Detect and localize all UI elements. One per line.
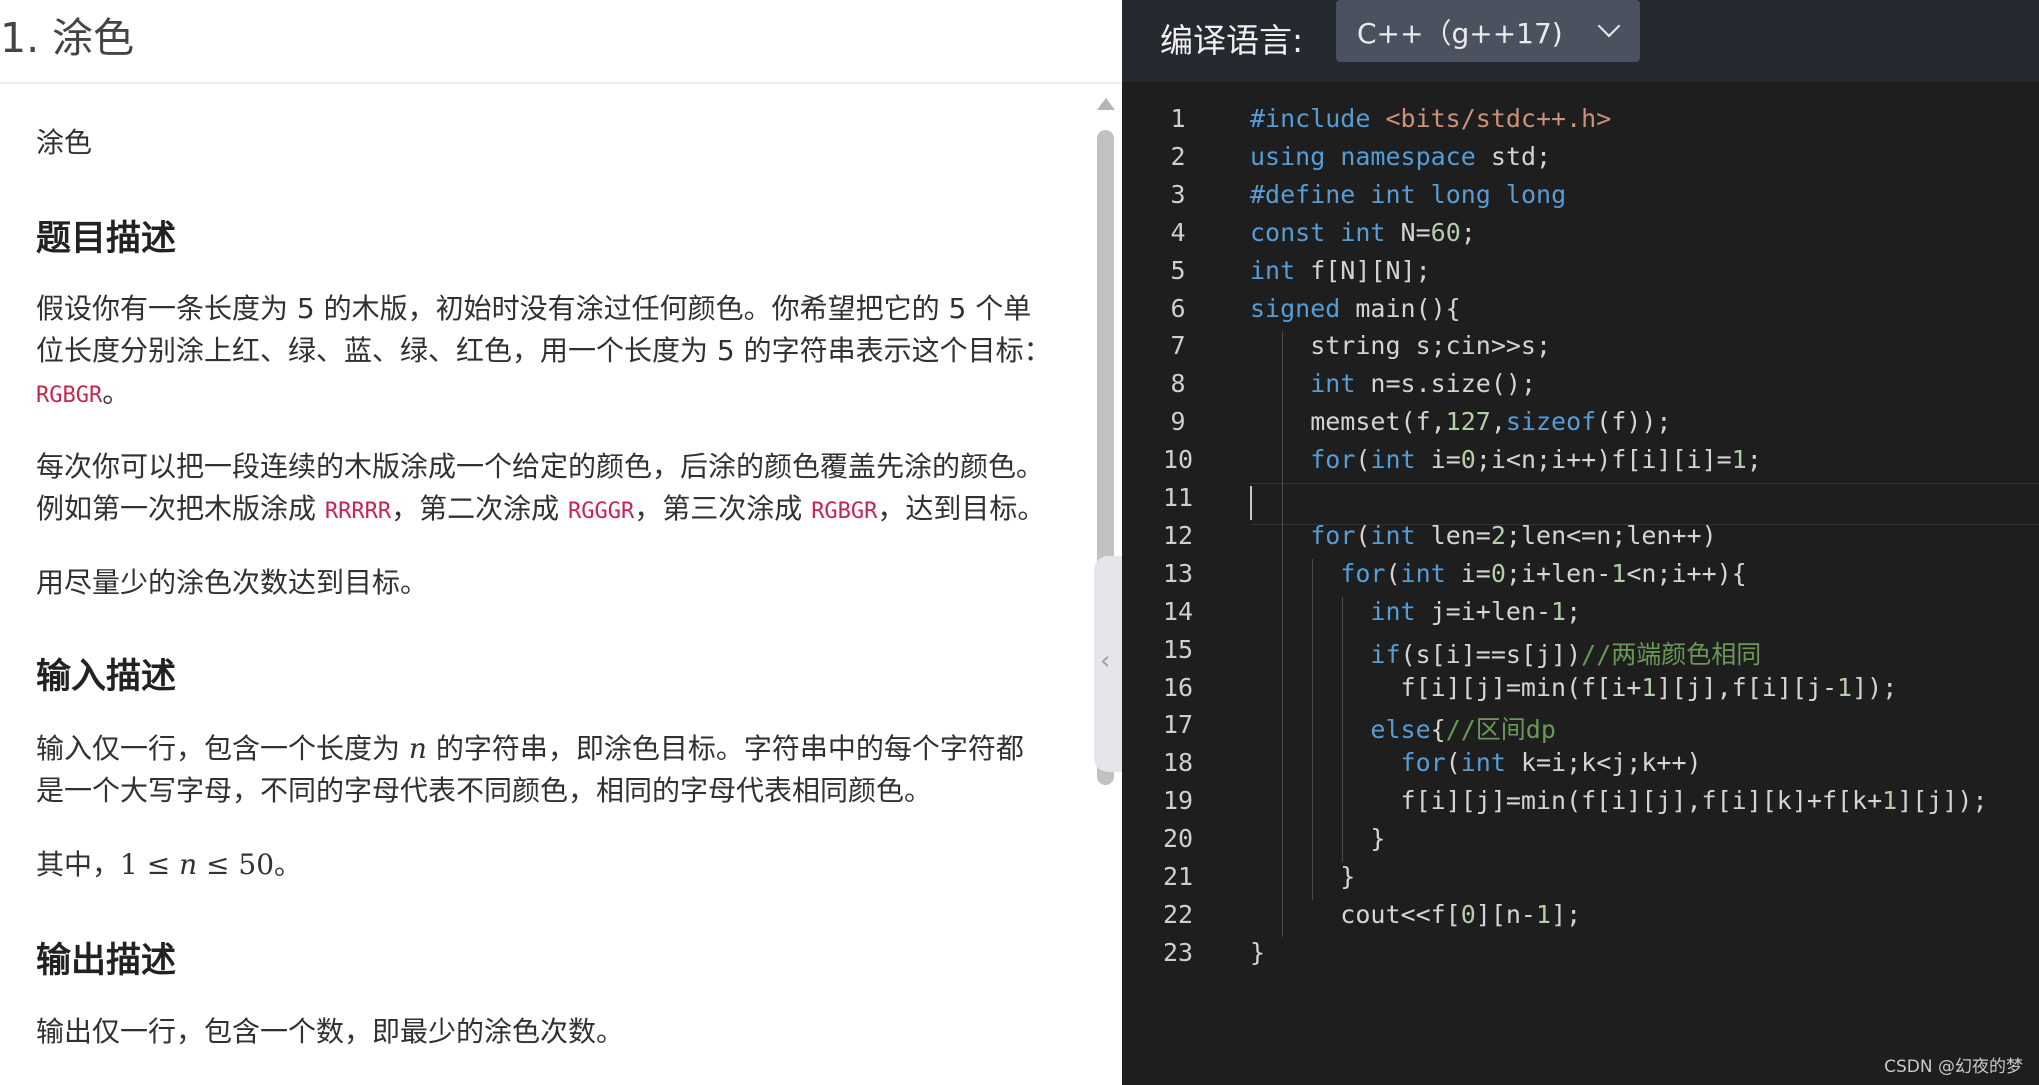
- scroll-up-arrow-icon[interactable]: [1097, 98, 1115, 110]
- line-number: 22: [1162, 900, 1194, 929]
- problem-title: 1. 涂色: [0, 14, 135, 62]
- code-line[interactable]: #include <bits/stdc++.h>: [1250, 104, 1611, 133]
- indent-guide: [1282, 331, 1283, 937]
- line-number: 21: [1162, 862, 1194, 891]
- code-line[interactable]: for(int len=2;len<=n;len++): [1250, 521, 1716, 550]
- line-number: 2: [1170, 142, 1186, 171]
- line-number: 11: [1162, 483, 1194, 512]
- problem-panel: 1. 涂色 涂色 题目描述 假设你有一条长度为 5 的木版，初始时没有涂过任何颜…: [0, 0, 1122, 1085]
- constraint-line: 其中，1 ≤ n ≤ 50。: [36, 848, 303, 881]
- line-number: 6: [1170, 294, 1186, 323]
- problem-title-bar: 1. 涂色: [0, 0, 1122, 84]
- code-line[interactable]: int n=s.size();: [1250, 369, 1536, 398]
- code-line[interactable]: cout<<f[0][n-1];: [1250, 900, 1581, 929]
- line-number: 19: [1162, 786, 1194, 815]
- description-line: 每次你可以把一段连续的木版涂成一个给定的颜色，后涂的颜色覆盖先涂的颜色。: [36, 450, 1045, 483]
- description-line: 用尽量少的涂色次数达到目标。: [36, 566, 429, 599]
- code-line[interactable]: #define int long long: [1250, 180, 1566, 209]
- description-line: 位长度分别涂上红、绿、蓝、绿、红色，用一个长度为 5 的字符串表示这个目标：: [36, 334, 1052, 367]
- code-line[interactable]: int f[N][N];: [1250, 256, 1431, 285]
- line-number: 4: [1170, 218, 1186, 247]
- line-number: 7: [1170, 331, 1186, 360]
- description-line: 例如第一次把木版涂成 RRRRR，第二次涂成 RGGGR，第三次涂成 RGBGR…: [36, 492, 1046, 525]
- description-line: 假设你有一条长度为 5 的木版，初始时没有涂过任何颜色。你希望把它的 5 个单: [36, 292, 1032, 325]
- line-number: 5: [1170, 256, 1186, 285]
- line-number: 15: [1162, 635, 1194, 664]
- chevron-left-icon: ‹: [1100, 646, 1111, 676]
- line-number: 9: [1170, 407, 1186, 436]
- input-line: 是一个大写字母，不同的字母代表不同颜色，相同的字母代表相同颜色。: [36, 774, 933, 807]
- description-line: RGBGR。: [36, 376, 131, 409]
- code-line[interactable]: using namespace std;: [1250, 142, 1551, 171]
- code-editor-panel: 编译语言: C++（g++17) 1 #include <bits/stdc++.…: [1122, 0, 2039, 1085]
- code-line[interactable]: int j=i+len-1;: [1250, 597, 1581, 626]
- indent-guide: [1342, 597, 1343, 862]
- language-select[interactable]: C++（g++17): [1336, 0, 1640, 62]
- line-number: 23: [1162, 938, 1194, 967]
- code-line[interactable]: }: [1250, 938, 1265, 967]
- inline-code: RGBGR: [811, 499, 878, 524]
- line-number: 12: [1162, 521, 1194, 550]
- language-select-value: C++（g++17): [1357, 17, 1563, 50]
- problem-subtitle: 涂色: [36, 126, 93, 159]
- code-line[interactable]: f[i][j]=min(f[i][j],f[i][k]+f[k+1][j]);: [1250, 786, 1988, 815]
- indent-guide: [1312, 559, 1313, 900]
- description-heading: 题目描述: [36, 219, 177, 259]
- code-line[interactable]: for(int k=i;k<j;k++): [1250, 748, 1702, 777]
- line-number: 17: [1162, 710, 1194, 739]
- code-line[interactable]: }: [1250, 862, 1355, 891]
- editor-header: 编译语言: C++（g++17): [1122, 0, 2039, 82]
- line-number: 18: [1162, 748, 1194, 777]
- code-line[interactable]: memset(f,127,sizeof(f));: [1250, 407, 1671, 436]
- line-number: 16: [1162, 673, 1194, 702]
- watermark: CSDN @幻夜的梦: [1884, 1057, 2023, 1077]
- current-line-highlight: [1250, 483, 2039, 525]
- text-caret: [1250, 486, 1252, 520]
- output-line: 输出仅一行，包含一个数，即最少的涂色次数。: [36, 1015, 625, 1048]
- inline-code: RGGGR: [568, 499, 635, 524]
- input-heading: 输入描述: [36, 657, 177, 697]
- code-line[interactable]: f[i][j]=min(f[i+1][j],f[i][j-1]);: [1250, 673, 1898, 702]
- line-number: 20: [1162, 824, 1194, 853]
- output-heading: 输出描述: [36, 941, 177, 981]
- line-number: 10: [1162, 445, 1194, 474]
- code-line[interactable]: else{//区间dp: [1250, 710, 1556, 746]
- constraint-math: 1 ≤ n ≤ 50: [120, 848, 275, 881]
- language-label: 编译语言:: [1160, 21, 1304, 60]
- line-number: 14: [1162, 597, 1194, 626]
- code-line[interactable]: string s;cin>>s;: [1250, 331, 1551, 360]
- input-line: 输入仅一行，包含一个长度为 n 的字符串，即涂色目标。字符串中的每个字符都: [36, 732, 1024, 765]
- code-editor[interactable]: 1 #include <bits/stdc++.h> 2 using namespac…: [1122, 104, 2039, 1064]
- code-line[interactable]: signed main(){: [1250, 294, 1461, 323]
- line-number: 1: [1170, 104, 1186, 133]
- code-line[interactable]: for(int i=0;i+len-1<n;i++){: [1250, 559, 1746, 588]
- chevron-down-icon: [1597, 14, 1621, 38]
- inline-code: RRRRR: [324, 499, 392, 524]
- line-number: 13: [1162, 559, 1194, 588]
- line-number: 3: [1170, 180, 1186, 209]
- inline-code: RGBGR: [36, 383, 103, 408]
- line-number: 8: [1170, 369, 1186, 398]
- code-line[interactable]: for(int i=0;i<n;i++)f[i][i]=1;: [1250, 445, 1762, 474]
- code-line[interactable]: }: [1250, 824, 1385, 853]
- collapse-panel-handle[interactable]: ‹: [1094, 556, 1122, 772]
- code-line[interactable]: const int N=60;: [1250, 218, 1476, 247]
- code-line[interactable]: if(s[i]==s[j])//两端颜色相同: [1250, 635, 1761, 671]
